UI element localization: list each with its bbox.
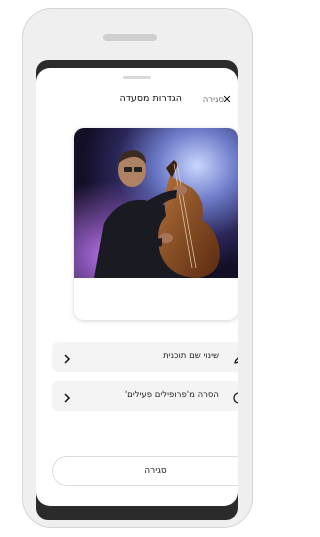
bottom-sheet: הגדרות מסעדה סגירה ✕ שינוי שם תוכנית הסר…: [36, 68, 238, 506]
close-button-label: סגירה: [144, 466, 167, 476]
chevron-left-icon: [62, 350, 72, 364]
close-button[interactable]: סגירה: [52, 456, 238, 486]
sheet-drag-handle[interactable]: [123, 76, 151, 79]
close-icon[interactable]: ✕: [220, 93, 234, 107]
remove-active-profiles-row[interactable]: הסרה מ'פרופילים פעילים': [52, 381, 238, 411]
pencil-icon: [233, 350, 238, 364]
chevron-left-icon: [62, 389, 72, 403]
info-icon: [233, 389, 238, 404]
rename-plan-label: שינוי שם תוכנית: [163, 351, 219, 361]
cover-image: [74, 128, 238, 278]
rename-plan-row[interactable]: שינוי שם תוכנית: [52, 342, 238, 372]
sheet-title: הגדרות מסעדה: [119, 93, 182, 104]
phone-speaker: [103, 34, 157, 41]
remove-active-profiles-label: הסרה מ'פרופילים פעילים': [124, 390, 219, 400]
cover-card: [74, 128, 238, 320]
